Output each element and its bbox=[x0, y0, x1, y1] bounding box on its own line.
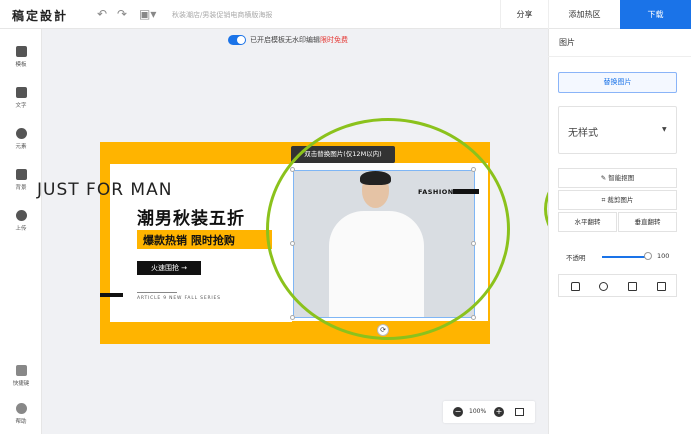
template-icon bbox=[15, 46, 27, 57]
sidebar-item-label: 文字 bbox=[15, 103, 27, 109]
copy-icon[interactable] bbox=[628, 282, 637, 291]
crop-button[interactable]: ⌗ 裁剪图片 bbox=[558, 190, 677, 210]
opacity-slider-handle[interactable] bbox=[644, 252, 652, 260]
resize-handle[interactable] bbox=[290, 315, 295, 320]
sidebar-item-label: 快捷键 bbox=[12, 381, 30, 387]
opacity-slider[interactable] bbox=[602, 256, 648, 258]
watermark-toggle[interactable] bbox=[228, 35, 246, 45]
left-sidebar: 模板 文字 元素 背景 上传 快捷键 帮助 bbox=[0, 29, 42, 434]
sidebar-item-label: 上传 bbox=[15, 226, 27, 232]
fit-screen-icon[interactable] bbox=[515, 408, 524, 416]
watermark-notice: 已开启模板无水印编辑限时免费 bbox=[228, 35, 348, 45]
style-select-value: 无样式 bbox=[568, 128, 598, 139]
top-bar: 稿定設計 ↶ ↷ ▣▾ 秋装潮店/男装促销电商横版海报 分享 添加热区 下载 bbox=[0, 0, 691, 29]
sidebar-item-template[interactable]: 模板 bbox=[0, 46, 42, 68]
sidebar-item-shortcuts[interactable]: 快捷键 bbox=[0, 365, 42, 387]
opacity-label: 不透明 bbox=[566, 254, 586, 262]
sidebar-item-label: 模板 bbox=[15, 62, 27, 68]
notice-text: 已开启模板无水印编辑 bbox=[250, 36, 320, 44]
poster-title-en[interactable]: JUST FOR MAN bbox=[37, 180, 172, 200]
poster-dash bbox=[100, 293, 123, 297]
redo-icon[interactable]: ↷ bbox=[117, 7, 127, 21]
flip-horizontal-button[interactable]: 水平翻转 bbox=[558, 212, 617, 232]
smart-cutout-label: 智能抠图 bbox=[608, 174, 635, 182]
image-tool-row bbox=[558, 274, 677, 297]
chevron-down-icon: ▼ bbox=[662, 126, 667, 133]
zoom-value: 100% bbox=[469, 408, 487, 415]
document-title[interactable]: 秋装潮店/男装促销电商横版海报 bbox=[172, 10, 272, 20]
annotation-circle bbox=[266, 118, 510, 340]
smart-cutout-button[interactable]: ✎ 智能抠图 bbox=[558, 168, 677, 188]
sidebar-item-label: 元素 bbox=[15, 144, 27, 150]
poster-headline[interactable]: 潮男秋装五折 bbox=[137, 204, 245, 229]
download-button[interactable]: 下载 bbox=[620, 0, 691, 29]
poster-tagline[interactable]: ARTICLE 9 NEW FALL SERIES bbox=[137, 296, 221, 301]
zoom-controls: − 100% + bbox=[443, 401, 535, 423]
poster-rule bbox=[137, 292, 177, 293]
poster-cta[interactable]: 火速围抢 → bbox=[137, 261, 201, 275]
replace-image-button[interactable]: 替换图片 bbox=[558, 72, 677, 93]
sidebar-item-text[interactable]: 文字 bbox=[0, 87, 42, 109]
sidebar-item-help[interactable]: 帮助 bbox=[0, 403, 42, 425]
sidebar-item-background[interactable]: 背景 bbox=[0, 169, 42, 191]
free-badge: 限时免费 bbox=[320, 36, 348, 44]
undo-icon[interactable]: ↶ bbox=[97, 7, 107, 21]
keyboard-icon bbox=[15, 365, 27, 376]
trash-icon[interactable] bbox=[657, 282, 666, 291]
zoom-in-icon[interactable]: + bbox=[494, 407, 504, 417]
flip-vertical-button[interactable]: 垂直翻转 bbox=[618, 212, 677, 232]
panel-divider bbox=[548, 56, 691, 57]
sidebar-item-label: 帮助 bbox=[15, 419, 27, 425]
layer-icon[interactable] bbox=[599, 282, 608, 291]
poster-subheadline[interactable]: 爆款热销 限时抢购 bbox=[143, 232, 235, 248]
save-icon[interactable]: ▣▾ bbox=[139, 7, 156, 21]
sidebar-item-elements[interactable]: 元素 bbox=[0, 128, 42, 150]
help-icon bbox=[15, 403, 27, 414]
share-button[interactable]: 分享 bbox=[500, 0, 548, 29]
crop-label: 裁剪图片 bbox=[607, 196, 634, 204]
text-icon bbox=[15, 87, 27, 98]
upload-icon bbox=[15, 210, 27, 221]
sidebar-item-label: 背景 bbox=[15, 185, 27, 191]
background-icon bbox=[15, 169, 27, 180]
resize-handle[interactable] bbox=[471, 315, 476, 320]
add-hotspot-button[interactable]: 添加热区 bbox=[548, 0, 620, 29]
opacity-value[interactable]: 100 bbox=[657, 252, 669, 260]
sidebar-item-upload[interactable]: 上传 bbox=[0, 210, 42, 232]
elements-icon bbox=[15, 128, 27, 139]
brand-logo[interactable]: 稿定設計 bbox=[12, 7, 68, 24]
lock-icon[interactable] bbox=[571, 282, 580, 291]
zoom-out-icon[interactable]: − bbox=[453, 407, 463, 417]
panel-title: 图片 bbox=[559, 38, 575, 47]
